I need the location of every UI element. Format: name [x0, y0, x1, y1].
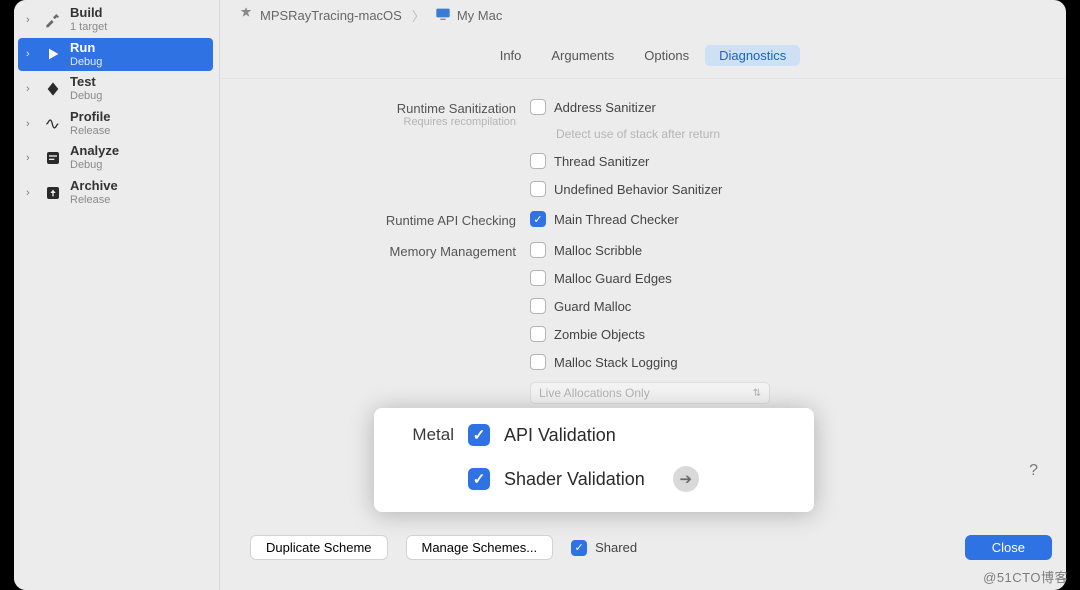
tab-bar: Info Arguments Options Diagnostics: [220, 29, 1066, 78]
checkbox-label: Malloc Guard Edges: [554, 271, 672, 286]
checkbox-address-sanitizer[interactable]: [530, 99, 546, 115]
checkbox-label: Thread Sanitizer: [554, 154, 649, 169]
wave-icon: [42, 113, 64, 135]
play-icon: [42, 43, 64, 65]
checkbox-zombie-objects[interactable]: [530, 326, 546, 342]
checkbox-malloc-scribble[interactable]: [530, 242, 546, 258]
analyze-icon: [42, 147, 64, 169]
sidebar-item-sub: Release: [70, 125, 110, 138]
section-label: Runtime Sanitization: [240, 101, 516, 116]
tab-arguments[interactable]: Arguments: [537, 45, 628, 66]
checkbox-label: Undefined Behavior Sanitizer: [554, 182, 722, 197]
chevron-right-icon: ›: [26, 83, 36, 95]
checkbox-label: Malloc Scribble: [554, 243, 642, 258]
section-label: Metal: [398, 425, 454, 445]
hammer-icon: [42, 9, 64, 31]
checkbox-malloc-stack-logging[interactable]: [530, 354, 546, 370]
sidebar-item-sub: Debug: [70, 90, 102, 103]
diamond-icon: [42, 78, 64, 100]
sidebar-item-profile[interactable]: › Profile Release: [18, 107, 213, 141]
checkbox-label: Shared: [595, 540, 637, 555]
sidebar-item-label: Archive: [70, 179, 118, 194]
section-label: Runtime API Checking: [240, 213, 516, 228]
breadcrumb: MPSRayTracing-macOS 〉 My Mac: [220, 0, 1066, 29]
chevron-right-icon: ›: [26, 14, 36, 26]
checkbox-label: Guard Malloc: [554, 299, 631, 314]
diagnostics-content: Runtime Sanitization Requires recompilat…: [220, 78, 1066, 590]
checkbox-ub-sanitizer[interactable]: [530, 181, 546, 197]
monitor-icon: [435, 6, 451, 25]
sidebar-item-label: Build: [70, 6, 107, 21]
chevron-right-icon: ›: [26, 118, 36, 130]
checkbox-label: Address Sanitizer: [554, 100, 656, 115]
tab-diagnostics[interactable]: Diagnostics: [705, 45, 800, 66]
section-label: Memory Management: [240, 244, 516, 259]
close-button[interactable]: Close: [965, 535, 1052, 560]
archive-icon: [42, 182, 64, 204]
tab-options[interactable]: Options: [630, 45, 703, 66]
chevron-right-icon: ›: [26, 48, 36, 60]
select-value: Live Allocations Only: [539, 386, 650, 400]
checkbox-thread-sanitizer[interactable]: [530, 153, 546, 169]
arrow-right-circle-icon[interactable]: ➔: [673, 466, 699, 492]
checkbox-label: Malloc Stack Logging: [554, 355, 678, 370]
select-stack-logging-type: Live Allocations Only ⇅: [530, 382, 770, 404]
tab-info[interactable]: Info: [486, 45, 536, 66]
metal-section-highlight: Metal ✓ API Validation ✓ Shader Validati…: [374, 408, 814, 512]
sidebar-item-build[interactable]: › Build 1 target: [18, 3, 213, 37]
help-button[interactable]: ?: [1029, 462, 1038, 480]
sidebar-item-analyze[interactable]: › Analyze Debug: [18, 141, 213, 175]
checkbox-shared[interactable]: ✓: [571, 540, 587, 556]
sidebar-item-test[interactable]: › Test Debug: [18, 72, 213, 106]
chevron-right-icon: ›: [26, 187, 36, 199]
sidebar-item-sub: Release: [70, 194, 118, 207]
checkbox-label: API Validation: [504, 425, 616, 446]
section-memory-management: Memory Management Malloc Scribble Malloc…: [240, 242, 1046, 404]
bottom-bar: Duplicate Scheme Manage Schemes... ✓ Sha…: [250, 535, 1052, 560]
chevron-right-icon: 〉: [412, 6, 425, 25]
sidebar-item-label: Analyze: [70, 144, 119, 159]
section-runtime-sanitization: Runtime Sanitization Requires recompilat…: [240, 99, 1046, 197]
sidebar-item-sub: 1 target: [70, 21, 107, 34]
section-runtime-api-checking: Runtime API Checking ✓ Main Thread Check…: [240, 211, 1046, 228]
checkbox-main-thread-checker[interactable]: ✓: [530, 211, 546, 227]
breadcrumb-target[interactable]: My Mac: [457, 8, 503, 23]
manage-schemes-button[interactable]: Manage Schemes...: [406, 535, 554, 560]
checkbox-guard-malloc[interactable]: [530, 298, 546, 314]
watermark-text: @51CTO博客: [983, 567, 1068, 586]
sidebar-item-label: Test: [70, 75, 102, 90]
app-store-icon: [238, 6, 254, 25]
chevron-right-icon: ›: [26, 152, 36, 164]
sidebar-item-label: Run: [70, 41, 102, 56]
sidebar-item-sub: Debug: [70, 56, 102, 69]
scheme-editor-window: › Build 1 target › Run Debug ›: [14, 0, 1066, 590]
sidebar-item-run[interactable]: › Run Debug: [18, 38, 213, 72]
checkbox-label: Zombie Objects: [554, 327, 645, 342]
checkbox-label: Shader Validation: [504, 469, 645, 490]
checkbox-label: Main Thread Checker: [554, 212, 679, 227]
section-hint: Requires recompilation: [240, 116, 516, 128]
chevron-updown-icon: ⇅: [753, 388, 761, 399]
sidebar-item-sub: Debug: [70, 159, 119, 172]
sidebar-item-label: Profile: [70, 110, 110, 125]
scheme-sidebar: › Build 1 target › Run Debug ›: [14, 0, 220, 590]
checkbox-api-validation[interactable]: ✓: [468, 424, 490, 446]
checkbox-shader-validation[interactable]: ✓: [468, 468, 490, 490]
duplicate-scheme-button[interactable]: Duplicate Scheme: [250, 535, 388, 560]
sidebar-item-archive[interactable]: › Archive Release: [18, 176, 213, 210]
sub-option-label: Detect use of stack after return: [556, 127, 1046, 141]
breadcrumb-scheme[interactable]: MPSRayTracing-macOS: [260, 8, 402, 23]
checkbox-malloc-guard-edges[interactable]: [530, 270, 546, 286]
